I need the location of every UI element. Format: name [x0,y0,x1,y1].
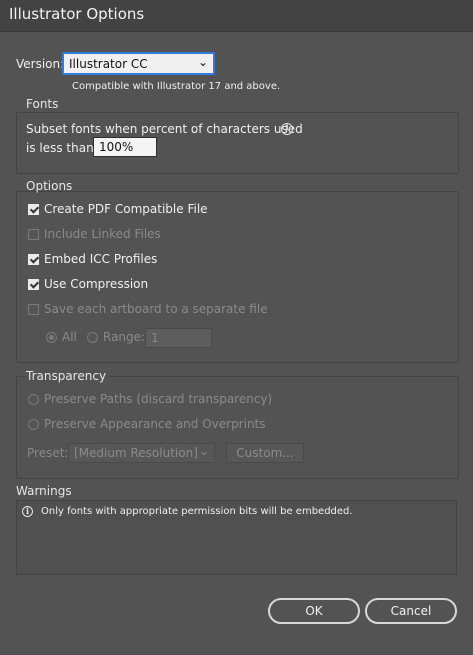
include-linked-label: Include Linked Files [44,227,161,241]
less-than-label: is less than: [26,141,98,155]
embed-icc-label: Embed ICC Profiles [44,252,158,266]
custom-button[interactable]: Custom... [226,443,304,463]
create-pdf-checkbox[interactable] [28,204,39,215]
range-value: 1 [151,331,159,345]
options-group-label: Options [26,179,73,193]
version-select[interactable]: Illustrator CC ⌄ [62,52,215,75]
cancel-button[interactable]: Cancel [365,598,457,624]
info-icon: i [22,506,33,517]
chevron-down-icon: ⌄ [197,55,208,69]
window-title: Illustrator Options [9,5,145,23]
chevron-down-icon: ⌄ [198,444,209,458]
ok-button[interactable]: OK [268,598,360,624]
title-bar[interactable]: Illustrator Options [0,0,473,32]
include-linked-checkbox[interactable] [28,229,39,240]
preset-select-value: [Medium Resolution] [74,446,198,460]
range-label: Range: [103,330,146,344]
range-input[interactable]: 1 [145,328,212,348]
warnings-box: i Only fonts with appropriate permission… [16,500,457,575]
save-artboards-label: Save each artboard to a separate file [44,302,268,316]
preset-label: Preset: [27,446,69,460]
preserve-paths-radio[interactable] [28,394,39,405]
use-compression-checkbox[interactable] [28,279,39,290]
all-radio[interactable] [46,332,57,343]
range-radio[interactable] [87,332,98,343]
info-icon[interactable]: i [281,123,293,135]
fonts-group-label: Fonts [26,97,59,111]
create-pdf-label: Create PDF Compatible File [44,202,208,216]
subset-fonts-label: Subset fonts when percent of characters … [26,122,303,136]
preset-select[interactable]: [Medium Resolution] ⌄ [68,443,215,463]
save-artboards-checkbox[interactable] [28,304,39,315]
embed-icc-checkbox[interactable] [28,254,39,265]
warning-message: Only fonts with appropriate permission b… [41,506,353,517]
preserve-appearance-label: Preserve Appearance and Overprints [44,417,266,431]
preserve-appearance-radio[interactable] [28,419,39,430]
version-label: Version: [16,57,65,71]
preserve-paths-label: Preserve Paths (discard transparency) [44,392,273,406]
warnings-label: Warnings [16,484,72,498]
subset-percent-input[interactable]: 100% [93,137,157,157]
use-compression-label: Use Compression [44,277,149,291]
version-select-value: Illustrator CC [69,57,148,71]
all-label: All [62,330,77,344]
version-note: Compatible with Illustrator 17 and above… [72,81,281,92]
subset-percent-value: 100% [99,140,134,154]
transparency-group-label: Transparency [26,369,110,383]
